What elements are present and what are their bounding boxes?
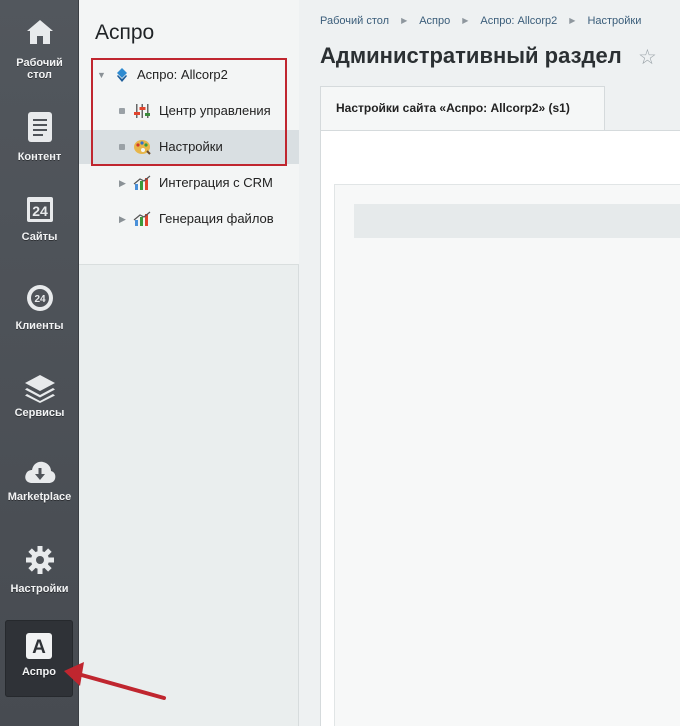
clients-24-icon: 24 — [26, 285, 53, 311]
home-icon — [26, 20, 53, 44]
chart-icon — [133, 175, 151, 190]
breadcrumb-item[interactable]: Аспро: Allcorp2 — [480, 15, 557, 27]
breadcrumb-separator-icon: ▶ — [462, 16, 469, 25]
tab-site-settings[interactable]: Настройки сайта «Аспро: Allcorp2» (s1) — [320, 86, 605, 130]
cloud-download-icon — [24, 461, 55, 483]
rail-label-content: Контент — [17, 151, 62, 163]
breadcrumb-item[interactable]: Аспро — [419, 15, 450, 27]
chart-icon — [133, 211, 151, 226]
rail-label-desktop: Рабочий стол — [16, 57, 63, 81]
svg-text:A: A — [32, 637, 46, 658]
panel-title: Аспро — [95, 21, 155, 44]
settings-header-bar — [354, 204, 680, 238]
page-title: Административный раздел — [320, 43, 622, 68]
rail-item-services[interactable]: Сервисы — [0, 373, 79, 419]
document-icon — [27, 112, 52, 142]
highlight-box — [91, 58, 287, 166]
rail-item-marketplace[interactable]: Marketplace — [0, 459, 79, 503]
rail-item-content[interactable]: Контент — [0, 111, 79, 163]
rail-item-desktop[interactable]: Рабочий стол — [0, 18, 79, 81]
calendar-24-icon: 24 — [26, 197, 53, 222]
rail-item-clients[interactable]: 24 Клиенты — [0, 283, 79, 332]
breadcrumb-item[interactable]: Настройки — [587, 15, 641, 27]
svg-text:24: 24 — [34, 294, 46, 305]
breadcrumb: Рабочий стол ▶ Аспро ▶ Аспро: Allcorp2 ▶ Настр… — [320, 15, 641, 27]
left-rail: Рабочий стол Контент 24 Сайты 24 Клиенты — [0, 0, 79, 726]
breadcrumb-item[interactable]: Рабочий стол — [320, 15, 389, 27]
settings-form-area — [334, 184, 680, 726]
gear-icon — [25, 546, 54, 574]
rail-label-sites: Сайты — [21, 231, 58, 243]
rail-label-settings: Настройки — [10, 583, 69, 595]
breadcrumb-separator-icon: ▶ — [401, 16, 408, 25]
letter-a-icon: A — [26, 633, 52, 659]
expand-arrow-right-icon[interactable]: ▶ — [119, 214, 126, 225]
tree-label: Интеграция с CRM — [159, 175, 273, 190]
tree-item-file-generation[interactable]: ▶ Генерация файлов — [79, 202, 299, 236]
rail-label-services: Сервисы — [14, 407, 65, 419]
rail-label-marketplace: Marketplace — [7, 491, 72, 503]
svg-text:24: 24 — [32, 203, 48, 219]
tab-content-area — [320, 130, 680, 726]
breadcrumb-separator-icon: ▶ — [569, 16, 576, 25]
favorite-star-icon[interactable]: ☆ — [638, 45, 657, 70]
tree-item-crm-integration[interactable]: ▶ Интеграция с CRM — [79, 166, 299, 200]
rail-item-settings[interactable]: Настройки — [0, 545, 79, 595]
rail-label-aspro: Аспро — [22, 666, 56, 678]
tree-label: Генерация файлов — [159, 211, 274, 226]
rail-item-sites[interactable]: 24 Сайты — [0, 194, 79, 243]
main-content: Рабочий стол ▶ Аспро ▶ Аспро: Allcorp2 ▶ Настр… — [300, 0, 680, 726]
rail-label-clients: Клиенты — [15, 320, 64, 332]
rail-item-aspro[interactable]: A Аспро — [5, 620, 73, 697]
layers-icon — [24, 375, 55, 403]
expand-arrow-right-icon[interactable]: ▶ — [119, 178, 126, 189]
